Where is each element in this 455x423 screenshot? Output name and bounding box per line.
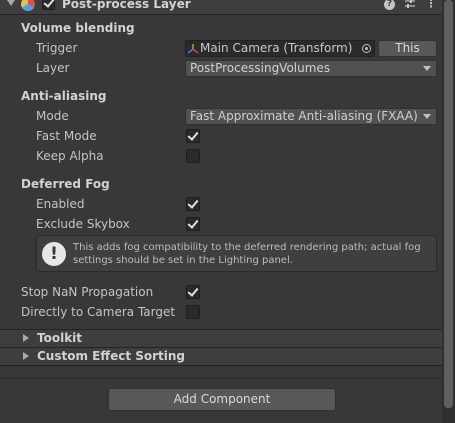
mode-label: Mode [36, 109, 69, 123]
custom-sorting-label: Custom Effect Sorting [37, 349, 186, 363]
direct-camera-checkbox[interactable] [186, 305, 200, 319]
divider [0, 365, 442, 366]
custom-sorting-foldout[interactable]: Custom Effect Sorting [0, 347, 442, 365]
help-icon[interactable]: ? [384, 0, 395, 10]
foldout-arrow-icon [23, 334, 29, 342]
checkmark-icon [187, 129, 199, 141]
component-title: Post-process Layer [62, 0, 191, 11]
toolkit-label: Toolkit [37, 331, 83, 345]
checkmark-icon [187, 217, 199, 229]
add-component-button[interactable]: Add Component [108, 388, 336, 411]
fog-help-line-2: settings should be set in the Lighting p… [73, 255, 293, 266]
stop-nan-label: Stop NaN Propagation [21, 285, 154, 299]
foldout-arrow-icon [23, 352, 29, 360]
fog-help-box: ! This adds fog compatibility to the def… [36, 235, 437, 272]
checkmark-icon [187, 285, 199, 297]
component-icon [21, 0, 35, 11]
mode-dropdown[interactable]: Fast Approximate Anti-aliasing (FXAA) [185, 108, 437, 125]
fog-enabled-checkbox[interactable] [186, 197, 200, 211]
dropdown-arrow-icon [423, 114, 431, 119]
checkmark-icon [43, 0, 55, 8]
mode-value: Fast Approximate Anti-aliasing (FXAA) [190, 109, 418, 123]
more-menu-icon[interactable]: ⋮ [425, 0, 437, 10]
fast-mode-checkbox[interactable] [186, 129, 200, 143]
trigger-label: Trigger [36, 41, 78, 55]
trigger-value: Main Camera (Transform) [200, 41, 353, 55]
divider [0, 378, 442, 379]
fog-enabled-label: Enabled [36, 197, 85, 211]
section-title-volume-blending: Volume blending [21, 21, 135, 35]
fog-help-line-1: This adds fog compatibility to the defer… [73, 242, 421, 253]
layer-dropdown[interactable]: PostProcessingVolumes [185, 60, 437, 77]
direct-camera-label: Directly to Camera Target [21, 305, 176, 319]
layer-value: PostProcessingVolumes [190, 61, 331, 75]
info-exclamation-icon: ! [42, 242, 66, 266]
checkmark-icon [187, 197, 199, 209]
section-title-anti-aliasing: Anti-aliasing [21, 89, 107, 103]
exclude-skybox-label: Exclude Skybox [36, 217, 130, 231]
dropdown-arrow-icon [423, 66, 431, 71]
fold-arrow-icon[interactable] [7, 0, 15, 6]
stop-nan-checkbox[interactable] [186, 285, 200, 299]
this-button[interactable]: This [378, 40, 437, 57]
fast-mode-label: Fast Mode [36, 129, 97, 143]
settings-sliders-icon[interactable] [404, 0, 416, 10]
trigger-object-field[interactable]: Main Camera (Transform) [185, 40, 375, 57]
keep-alpha-label: Keep Alpha [36, 149, 104, 163]
scrollbar[interactable] [442, 0, 455, 423]
keep-alpha-checkbox[interactable] [186, 149, 200, 163]
component-header[interactable]: Post-process Layer ? ⋮ [0, 0, 442, 15]
scrollbar-thumb[interactable] [444, 0, 453, 408]
layer-label: Layer [36, 61, 70, 75]
section-title-deferred-fog: Deferred Fog [21, 177, 110, 191]
fog-help-text: This adds fog compatibility to the defer… [73, 241, 433, 267]
object-picker-icon[interactable] [362, 44, 371, 53]
toolkit-foldout[interactable]: Toolkit [0, 329, 442, 347]
component-enabled-checkbox[interactable] [42, 0, 55, 10]
transform-icon [188, 44, 198, 54]
exclude-skybox-checkbox[interactable] [186, 217, 200, 231]
